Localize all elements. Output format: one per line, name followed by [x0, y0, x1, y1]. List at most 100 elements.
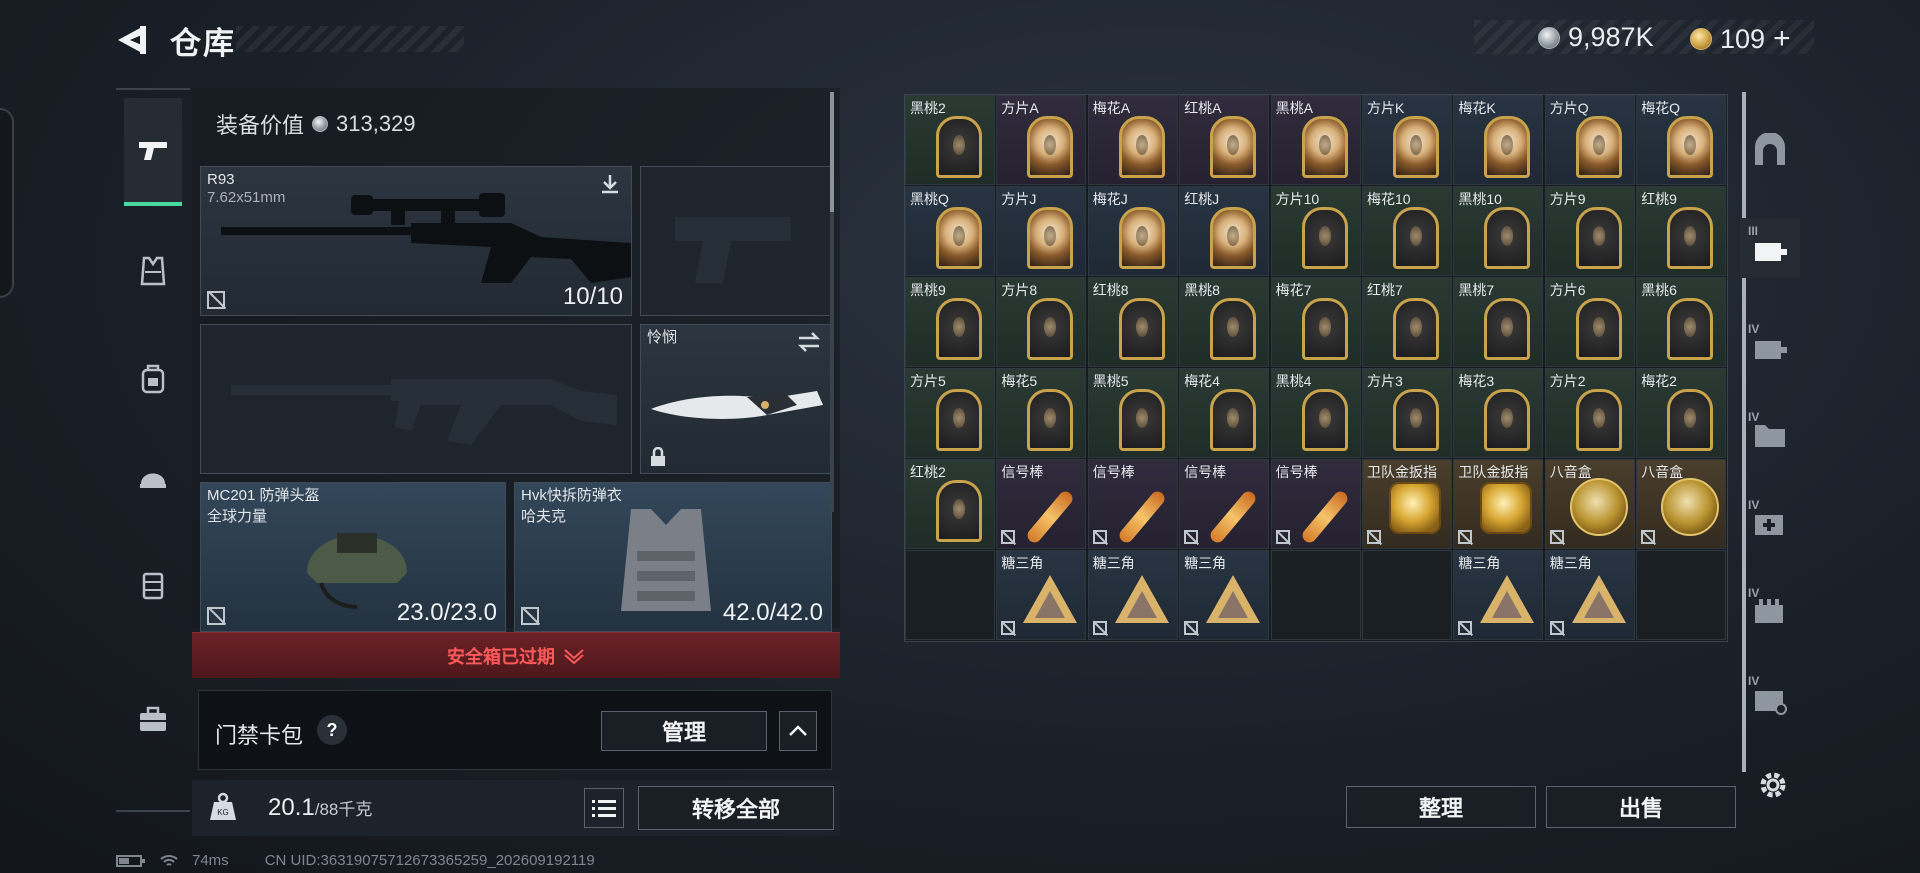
- item-label: 方片3: [1367, 373, 1403, 389]
- helmet-slot[interactable]: MC201 防弹头盔 全球力量 23.0/23.0: [200, 482, 506, 632]
- inventory-item[interactable]: 信号棒: [1087, 459, 1178, 549]
- inventory-item[interactable]: 方片8: [996, 277, 1087, 367]
- item-label: 梅花3: [1458, 373, 1495, 389]
- inventory-item[interactable]: 信号棒: [1270, 459, 1361, 549]
- inventory-item[interactable]: 黑桃8: [1179, 277, 1270, 367]
- inventory-item[interactable]: 黑桃A: [1270, 95, 1361, 185]
- nav-helmet[interactable]: [124, 448, 182, 506]
- inventory-item[interactable]: 红桃7: [1362, 277, 1452, 367]
- back-button[interactable]: [114, 20, 150, 60]
- nav-weapons[interactable]: [124, 98, 182, 206]
- inventory-item[interactable]: 方片Q: [1544, 95, 1635, 185]
- storage-tab-storage-4c[interactable]: IV: [1740, 492, 1800, 552]
- secondary-weapon-slot[interactable]: [200, 324, 632, 474]
- storage-tab-storage-main[interactable]: [1740, 120, 1800, 180]
- nav-case[interactable]: [124, 690, 182, 748]
- inventory-item[interactable]: 梅花J: [1087, 186, 1178, 276]
- inventory-item[interactable]: 卫队金扳指: [1362, 459, 1452, 549]
- collapse-button[interactable]: [779, 711, 817, 751]
- swap-icon[interactable]: [797, 331, 821, 353]
- inventory-item[interactable]: 梅花4: [1179, 368, 1270, 458]
- safe-box-expired-banner[interactable]: 安全箱已过期: [192, 632, 840, 678]
- inventory-item[interactable]: 梅花3: [1453, 368, 1544, 458]
- pistol-slot[interactable]: [640, 166, 832, 316]
- inventory-item[interactable]: 信号棒: [996, 459, 1087, 549]
- inventory-item[interactable]: 方片K: [1362, 95, 1452, 185]
- playing-card-icon: [1484, 298, 1531, 360]
- inventory-item[interactable]: 黑桃Q: [905, 186, 995, 276]
- nav-armor[interactable]: [124, 242, 182, 300]
- inventory-item[interactable]: 方片5: [905, 368, 995, 458]
- storage-tab-storage-4b[interactable]: IV: [1740, 404, 1800, 464]
- settings-button[interactable]: [1756, 768, 1790, 802]
- armor-slot[interactable]: Hvk快拆防弹衣 哈夫克 42.0/42.0: [514, 482, 832, 632]
- nav-container[interactable]: [124, 556, 182, 614]
- list-icon: [592, 800, 616, 817]
- inventory-item[interactable]: 方片J: [996, 186, 1087, 276]
- inventory-item[interactable]: 糖三角: [1087, 550, 1178, 640]
- inventory-item[interactable]: 梅花A: [1087, 95, 1178, 185]
- storage-tab-storage-4e[interactable]: IV: [1740, 668, 1800, 728]
- melee-name: 怜悯: [647, 329, 678, 346]
- manage-button[interactable]: 管理: [601, 711, 767, 751]
- inventory-item[interactable]: 卫队金扳指: [1453, 459, 1544, 549]
- storage-tab-storage-3[interactable]: III: [1740, 218, 1800, 278]
- inventory-item[interactable]: 黑桃10: [1453, 186, 1544, 276]
- inventory-item[interactable]: 黑桃6: [1636, 277, 1727, 367]
- no-drop-icon: [1458, 530, 1473, 544]
- equip-value-amount: 313,329: [336, 111, 416, 136]
- inventory-item[interactable]: 糖三角: [1179, 550, 1270, 640]
- inventory-item[interactable]: 方片A: [996, 95, 1087, 185]
- inventory-item[interactable]: 梅花Q: [1636, 95, 1727, 185]
- item-label: 八音盒: [1549, 464, 1592, 480]
- inventory-item[interactable]: 梅花5: [996, 368, 1087, 458]
- nav-backpack[interactable]: [124, 350, 182, 408]
- inventory-item[interactable]: 信号棒: [1179, 459, 1270, 549]
- no-drop-icon: [1092, 530, 1107, 544]
- inventory-item[interactable]: 红桃9: [1636, 186, 1727, 276]
- melee-slot[interactable]: 怜悯: [640, 324, 832, 474]
- inventory-item[interactable]: 红桃J: [1179, 186, 1270, 276]
- inventory-item[interactable]: 黑桃5: [1087, 368, 1178, 458]
- face-card-icon: [1575, 116, 1622, 178]
- transfer-all-button[interactable]: 转移全部: [638, 786, 834, 830]
- inventory-item[interactable]: 八音盒: [1544, 459, 1635, 549]
- storage-tab-storage-4d[interactable]: IV: [1740, 580, 1800, 640]
- inventory-item[interactable]: 红桃2: [905, 459, 995, 549]
- inventory-item[interactable]: 糖三角: [1544, 550, 1635, 640]
- inventory-item[interactable]: 方片3: [1362, 368, 1452, 458]
- list-view-button[interactable]: [584, 788, 624, 828]
- inventory-item[interactable]: 方片9: [1544, 186, 1635, 276]
- inventory-item[interactable]: 黑桃2: [905, 95, 995, 185]
- sort-button[interactable]: 整理: [1346, 786, 1536, 828]
- primary-weapon-slot[interactable]: R93 7.62x51mm 10/10: [200, 166, 632, 316]
- inventory-item[interactable]: 梅花7: [1270, 277, 1361, 367]
- inventory-item[interactable]: 黑桃7: [1453, 277, 1544, 367]
- inventory-item[interactable]: 红桃A: [1179, 95, 1270, 185]
- inventory-item[interactable]: 糖三角: [1453, 550, 1544, 640]
- inventory-item[interactable]: 红桃8: [1087, 277, 1178, 367]
- inventory-item[interactable]: 八音盒: [1636, 459, 1727, 549]
- gold-currency[interactable]: 109 +: [1690, 22, 1791, 56]
- sell-button[interactable]: 出售: [1546, 786, 1736, 828]
- loadout-scrollbar[interactable]: [830, 92, 834, 512]
- inventory-item[interactable]: 黑桃9: [905, 277, 995, 367]
- pistol-silhouette-icon: [675, 217, 791, 283]
- help-button[interactable]: ?: [317, 715, 347, 745]
- inventory-item[interactable]: 梅花10: [1362, 186, 1452, 276]
- gold-ring-icon: [1389, 482, 1441, 534]
- inventory-item[interactable]: 梅花K: [1453, 95, 1544, 185]
- inventory-item[interactable]: 梅花2: [1636, 368, 1727, 458]
- inventory-item[interactable]: 黑桃4: [1270, 368, 1361, 458]
- primary-weapon-durability: 10/10: [562, 283, 623, 310]
- gold-add-button[interactable]: +: [1773, 22, 1791, 56]
- helmet-brand: 全球力量: [207, 508, 268, 525]
- inventory-item[interactable]: 方片2: [1544, 368, 1635, 458]
- inventory-item[interactable]: 方片6: [1544, 277, 1635, 367]
- download-icon[interactable]: [599, 173, 621, 195]
- inventory-item[interactable]: 方片10: [1270, 186, 1361, 276]
- storage-tab-storage-4a[interactable]: IV: [1740, 316, 1800, 376]
- sugar-triangle-inner-icon: [1126, 591, 1157, 618]
- storage-level: IV: [1748, 410, 1760, 424]
- inventory-item[interactable]: 糖三角: [996, 550, 1087, 640]
